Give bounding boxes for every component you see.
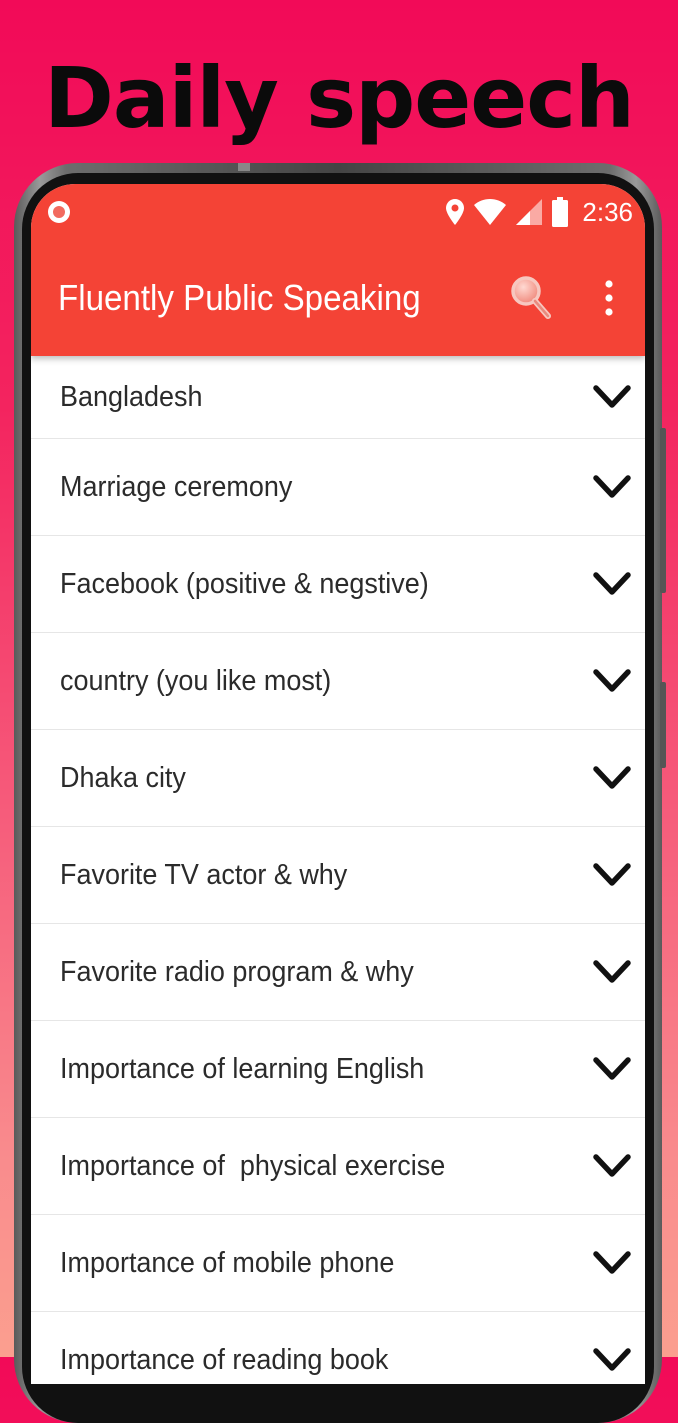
app-title: Fluently Public Speaking: [58, 277, 421, 318]
list-item[interactable]: Dhaka city: [31, 730, 645, 827]
list-item-label: Favorite radio program & why: [60, 955, 414, 988]
chevron-down-icon[interactable]: [593, 1056, 631, 1082]
record-indicator-icon: [48, 201, 70, 223]
list-item-label: Importance of physical exercise: [60, 1149, 446, 1182]
signal-icon: [516, 199, 543, 225]
chevron-down-icon[interactable]: [593, 1153, 631, 1179]
promo-headline: Daily speech: [44, 49, 635, 147]
list-item-label: Bangladesh: [60, 380, 203, 413]
location-icon: [446, 199, 465, 225]
search-button[interactable]: [507, 270, 555, 326]
status-time: 2:36: [582, 196, 633, 227]
chevron-down-icon[interactable]: [593, 1250, 631, 1276]
chevron-down-icon[interactable]: [593, 1347, 631, 1373]
chevron-down-icon[interactable]: [593, 474, 631, 500]
list-item[interactable]: Facebook (positive & negstive): [31, 536, 645, 633]
chevron-down-icon[interactable]: [593, 765, 631, 791]
list-item[interactable]: Favorite TV actor & why: [31, 827, 645, 924]
phone-notch: [238, 163, 250, 171]
more-vert-icon: [605, 280, 613, 316]
list-item[interactable]: Bangladesh: [31, 356, 645, 439]
list-item-label: Favorite TV actor & why: [60, 858, 348, 891]
list-item[interactable]: Importance of reading book: [31, 1312, 645, 1384]
overflow-menu-button[interactable]: [591, 270, 627, 326]
list-item-label: Importance of learning English: [60, 1052, 425, 1085]
app-bar: 2:36 Fluently Public Speaking: [31, 184, 645, 356]
list-item[interactable]: country (you like most): [31, 633, 645, 730]
chevron-down-icon[interactable]: [593, 668, 631, 694]
chevron-down-icon[interactable]: [593, 384, 631, 410]
list-item-label: Dhaka city: [60, 761, 186, 794]
status-bar: 2:36: [31, 184, 645, 240]
wifi-icon: [474, 199, 507, 225]
list-item[interactable]: Importance of physical exercise: [31, 1118, 645, 1215]
topic-list: Bangladesh Marriage ceremony Facebook (p…: [31, 356, 645, 1384]
chevron-down-icon[interactable]: [593, 571, 631, 597]
list-item[interactable]: Marriage ceremony: [31, 439, 645, 536]
list-item-label: Marriage ceremony: [60, 470, 293, 503]
battery-icon: [552, 197, 569, 227]
list-item-label: country (you like most): [60, 664, 332, 697]
list-item-label: Importance of reading book: [60, 1343, 389, 1376]
chevron-down-icon[interactable]: [593, 862, 631, 888]
chevron-down-icon[interactable]: [593, 959, 631, 985]
list-item[interactable]: Importance of mobile phone: [31, 1215, 645, 1312]
list-item-label: Facebook (positive & negstive): [60, 567, 429, 600]
status-icons: 2:36: [446, 194, 633, 230]
phone-power-button: [660, 682, 666, 768]
list-item[interactable]: Importance of learning English: [31, 1021, 645, 1118]
search-icon: [511, 276, 551, 319]
list-item-label: Importance of mobile phone: [60, 1246, 395, 1279]
phone-volume-button: [660, 428, 666, 593]
list-item[interactable]: Favorite radio program & why: [31, 924, 645, 1021]
app-screen: 2:36 Fluently Public Speaking Bangladesh…: [31, 184, 645, 1384]
